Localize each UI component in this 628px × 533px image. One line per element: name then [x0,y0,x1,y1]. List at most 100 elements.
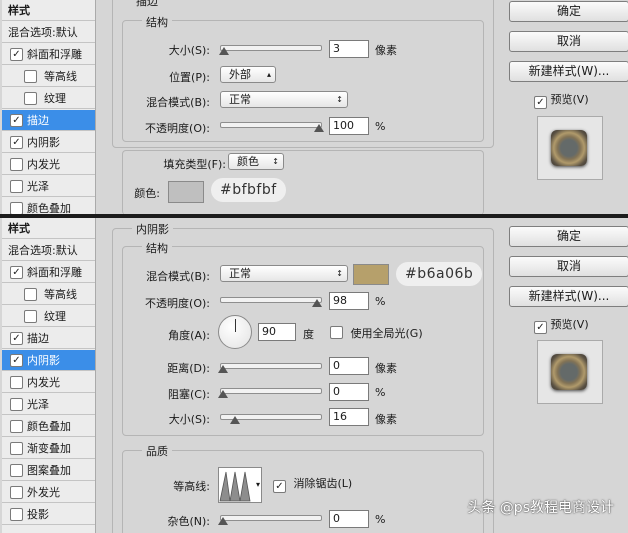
checkbox[interactable] [10,486,23,499]
style-item-label: 光泽 [27,180,49,193]
shadow-hex-label: #b6a06b [396,262,483,286]
style-item-color-overlay[interactable]: 颜色叠加 [2,416,95,437]
preview-thumbnail [537,340,603,404]
checkbox[interactable] [10,180,23,193]
global-light-toggle[interactable]: 使用全局光(G) [330,324,423,341]
shadow-color-swatch[interactable] [353,264,389,285]
style-item-drop-shadow[interactable]: 投影 [2,504,95,525]
blend-mode-select[interactable]: 正常 ↕ [220,265,348,282]
checkbox[interactable] [10,420,23,433]
new-style-button[interactable]: 新建样式(W)... [509,61,628,82]
checkbox[interactable] [10,158,23,171]
style-item-contour[interactable]: 等高线 [2,66,95,87]
cancel-button[interactable]: 取消 [509,31,628,52]
style-item-gradient-overlay[interactable]: 渐变叠加 [2,438,95,459]
noise-input[interactable]: 0 [329,510,369,528]
style-item-satin[interactable]: 光泽 [2,394,95,415]
size-slider[interactable] [219,45,322,55]
styles-list: 样式 混合选项:默认 ✓ 斜面和浮雕 等高线 纹理 ✓ 描边 ✓ 内阴影 内发光 光泽… [2,0,96,214]
opacity-slider[interactable] [220,297,322,307]
checkbox[interactable]: ✓ [10,354,23,367]
slider-thumb[interactable] [218,517,228,525]
style-item-inner-shadow[interactable]: ✓ 内阴影 [2,132,95,153]
style-item-pattern-overlay[interactable]: 图案叠加 [2,460,95,481]
ok-button[interactable]: 确定 [509,1,628,22]
style-item-stroke[interactable]: ✓ 描边 [2,328,95,349]
preview-swatch [551,354,587,390]
checkbox[interactable] [10,376,23,389]
size-input[interactable]: 16 [329,408,369,426]
checkbox[interactable] [10,464,23,477]
checkbox[interactable]: ✓ [10,266,23,279]
style-item-outer-glow[interactable]: 外发光 [2,482,95,503]
style-item-inner-glow[interactable]: 内发光 [2,372,95,393]
blend-options-item[interactable]: 混合选项:默认 [2,22,95,43]
style-item-stroke[interactable]: ✓ 描边 [2,110,95,131]
opacity-slider[interactable] [220,122,324,132]
position-select[interactable]: 外部 ▴ [220,66,276,83]
slider-thumb[interactable] [312,299,322,307]
style-item-label: 斜面和浮雕 [27,48,82,61]
checkbox[interactable] [24,70,37,83]
checkbox[interactable] [24,310,37,323]
checkbox[interactable]: ✓ [534,96,547,109]
checkbox[interactable]: ✓ [10,332,23,345]
checkbox[interactable]: ✓ [534,321,547,334]
checkbox[interactable] [24,92,37,105]
slider-thumb[interactable] [230,416,240,424]
cancel-button[interactable]: 取消 [509,256,628,277]
style-item-label: 投影 [27,508,49,521]
size-unit: 像素 [375,44,397,57]
style-item-texture[interactable]: 纹理 [2,88,95,109]
style-item-label: 渐变叠加 [27,442,71,455]
contour-picker[interactable]: ▾ [218,467,262,503]
noise-slider[interactable] [218,515,322,525]
slider-thumb[interactable] [314,124,324,132]
style-item-bevel[interactable]: ✓ 斜面和浮雕 [2,44,95,65]
slider-thumb[interactable] [218,390,228,398]
size-slider[interactable] [220,414,322,424]
preview-toggle[interactable]: ✓ 预览(V) [534,91,589,109]
style-item-texture[interactable]: 纹理 [2,306,95,327]
choke-slider[interactable] [218,388,322,398]
choke-unit: % [375,386,386,399]
size-input[interactable]: 3 [329,40,369,58]
distance-slider[interactable] [218,363,322,373]
checkbox[interactable]: ✓ [10,136,23,149]
choke-input[interactable]: 0 [329,383,369,401]
noise-unit: % [375,513,386,526]
anti-alias-toggle[interactable]: ✓ 消除锯齿(L) [273,475,352,493]
blend-options-item[interactable]: 混合选项:默认 [2,240,95,261]
stroke-color-swatch[interactable] [168,181,204,203]
opacity-input[interactable]: 100 [329,117,369,135]
ok-button[interactable]: 确定 [509,226,628,247]
opacity-input[interactable]: 98 [329,292,369,310]
angle-dial[interactable] [218,315,252,349]
checkbox[interactable] [10,442,23,455]
checkbox[interactable] [10,398,23,411]
style-item-color-overlay[interactable]: 颜色叠加 [2,198,95,214]
angle-input[interactable]: 90 [258,323,296,341]
style-item-inner-shadow[interactable]: ✓ 内阴影 [2,350,95,371]
global-light-label: 使用全局光(G) [350,327,423,340]
preview-toggle[interactable]: ✓ 预览(V) [534,316,589,334]
new-style-button[interactable]: 新建样式(W)... [509,286,628,307]
blend-mode-select[interactable]: 正常 ↕ [220,91,348,108]
style-item-bevel[interactable]: ✓ 斜面和浮雕 [2,262,95,283]
distance-input[interactable]: 0 [329,357,369,375]
checkbox[interactable] [24,288,37,301]
slider-thumb[interactable] [219,47,229,55]
style-item-inner-glow[interactable]: 内发光 [2,154,95,175]
slider-thumb[interactable] [218,365,228,373]
checkbox[interactable] [330,326,343,339]
style-item-contour[interactable]: 等高线 [2,284,95,305]
blend-mode-value: 正常 [229,267,251,280]
fill-type-label: 填充类型(F): [163,158,226,171]
checkbox[interactable]: ✓ [10,48,23,61]
fill-type-select[interactable]: 颜色 ↕ [228,153,284,170]
checkbox[interactable] [10,508,23,521]
checkbox[interactable]: ✓ [10,114,23,127]
checkbox[interactable]: ✓ [273,480,286,493]
checkbox[interactable] [10,202,23,214]
style-item-satin[interactable]: 光泽 [2,176,95,197]
